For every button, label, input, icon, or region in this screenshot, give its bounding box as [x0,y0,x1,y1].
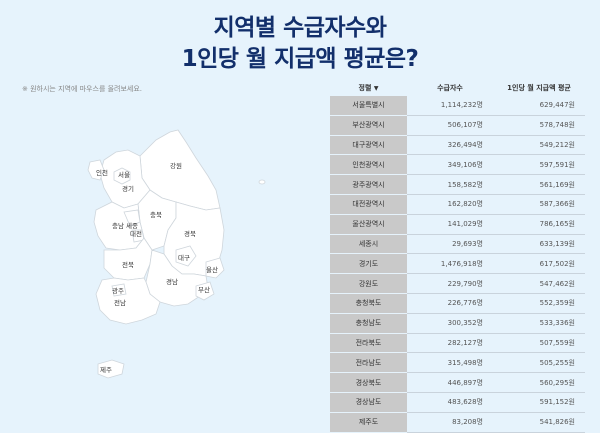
avg-cell: 633,139원 [493,234,585,255]
table-row: 세종시 29,693명 633,139원 [330,234,585,255]
count-cell: 446,897명 [407,372,493,393]
region-cell: 강원도 [330,273,407,294]
table-row: 경상남도 483,628명 591,152원 [330,392,585,413]
map-label-ulsan: 울산 [206,265,218,274]
count-cell: 349,106명 [407,154,493,176]
count-header: 수급자수 [437,84,463,92]
map-label-gyeonggi: 경기 [122,184,134,193]
region-cell: 충청남도 [330,313,407,334]
region-cell: 제주도 [330,412,407,433]
avg-cell: 629,447원 [493,96,585,116]
map-label-sejong: 세종 [126,221,138,230]
avg-cell: 578,748원 [493,115,585,136]
map-label-gyeongnam: 경남 [166,277,178,286]
region-cell: 대구광역시 [330,135,407,156]
page-title-line2: 1인당 월 지급액 평균은? [181,46,419,72]
count-cell: 229,790명 [407,273,493,294]
avg-cell: 549,212원 [493,135,585,156]
avg-cell: 547,462원 [493,273,585,294]
avg-cell: 552,359원 [493,293,585,314]
count-cell: 300,352명 [407,313,493,334]
map-label-busan: 부산 [198,285,210,294]
table-row: 경상북도 446,897명 560,295원 [330,372,585,393]
table-row: 충청남도 300,352명 533,336원 [330,313,585,334]
count-cell: 1,476,918명 [407,253,493,275]
avg-cell: 587,366원 [493,194,585,215]
avg-cell: 786,165원 [493,214,585,235]
map-label-incheon: 인천 [96,168,108,177]
map-label-daejeon: 대전 [130,229,142,238]
region-cell: 경상북도 [330,372,407,393]
count-cell: 29,693명 [407,234,493,255]
map-label-gwangju: 광주 [112,287,124,295]
map-label-jeonbuk: 전북 [122,260,134,269]
count-cell: 141,029명 [407,214,493,235]
map-label-seoul: 서울 [118,170,130,179]
region-cell: 부산광역시 [330,115,407,136]
region-cell: 세종시 [330,234,407,255]
table-row: 대전광역시 162,820명 587,366원 [330,194,585,215]
table-row: 부산광역시 506,107명 578,748원 [330,115,585,136]
triangle-down-icon[interactable]: ▼ [374,85,379,92]
region-cell: 충청북도 [330,293,407,314]
count-cell: 506,107명 [407,115,493,136]
table-row: 전라남도 315,498명 505,255원 [330,352,585,374]
count-cell: 483,628명 [407,392,493,413]
count-cell: 226,776명 [407,293,493,314]
avg-cell: 591,152원 [493,392,585,413]
table-row: 충청북도 226,776명 552,359원 [330,293,585,314]
region-cell: 경기도 [330,253,407,275]
table-header-row: 정렬 ▼ 수급자수 1인당 월 지급액 평균 [330,80,585,96]
region-cell: 서울특별시 [330,96,407,116]
region-cell: 인천광역시 [330,154,407,176]
table-row: 강원도 229,790명 547,462원 [330,273,585,294]
korea-map: 인천 서울 경기 강원 충남 세종 충북 대전 경북 전북 대구 울산 광주 경… [0,90,330,412]
table-row: 서울특별시 1,114,232명 629,447원 [330,96,585,116]
region-cell: 전라북도 [330,333,407,354]
count-cell: 326,494명 [407,135,493,156]
table-row: 울산광역시 141,029명 786,165원 [330,214,585,235]
region-cell: 울산광역시 [330,214,407,235]
region-cell: 대전광역시 [330,194,407,215]
map-label-gangwon: 강원 [170,161,182,170]
map-label-jeju: 제주 [100,366,112,374]
count-cell: 282,127명 [407,333,493,354]
avg-cell: 505,255원 [493,352,585,374]
region-stats-table: 정렬 ▼ 수급자수 1인당 월 지급액 평균 서울특별시 1,114,232명 62… [330,80,585,433]
map-label-gyeongbuk: 경북 [184,229,196,238]
count-cell: 315,498명 [407,352,493,374]
map-island-ulleung [258,179,266,185]
avg-header: 1인당 월 지급액 평균 [507,84,571,92]
map-label-chungnam: 충남 [112,221,124,230]
map-label-jeonnam: 전남 [114,298,126,307]
avg-cell: 533,336원 [493,313,585,334]
avg-cell: 617,502원 [493,253,585,275]
region-cell: 광주광역시 [330,174,407,195]
map-label-daegu: 대구 [178,254,190,262]
count-cell: 162,820명 [407,194,493,215]
count-cell: 83,208명 [407,412,493,433]
avg-cell: 597,591원 [493,154,585,176]
region-cell: 전라남도 [330,352,407,374]
avg-cell: 541,826원 [493,412,585,433]
table-row: 광주광역시 158,582명 561,169원 [330,174,585,195]
avg-cell: 560,295원 [493,372,585,393]
table-row: 전라북도 282,127명 507,559원 [330,333,585,354]
count-cell: 158,582명 [407,174,493,195]
region-cell: 경상남도 [330,392,407,413]
sort-label[interactable]: 정렬 [359,84,372,92]
region-sort-header[interactable]: 정렬 ▼ [330,80,407,96]
table-row: 경기도 1,476,918명 617,502원 [330,253,585,275]
count-cell: 1,114,232명 [407,96,493,116]
page-title-line1: 지역별 수급자수와 [213,15,387,41]
map-label-chungbuk: 충북 [150,210,162,219]
avg-cell: 507,559원 [493,333,585,354]
table-row: 제주도 83,208명 541,826원 [330,412,585,433]
avg-cell: 561,169원 [493,174,585,195]
table-row: 인천광역시 349,106명 597,591원 [330,154,585,176]
table-row: 대구광역시 326,494명 549,212원 [330,135,585,156]
